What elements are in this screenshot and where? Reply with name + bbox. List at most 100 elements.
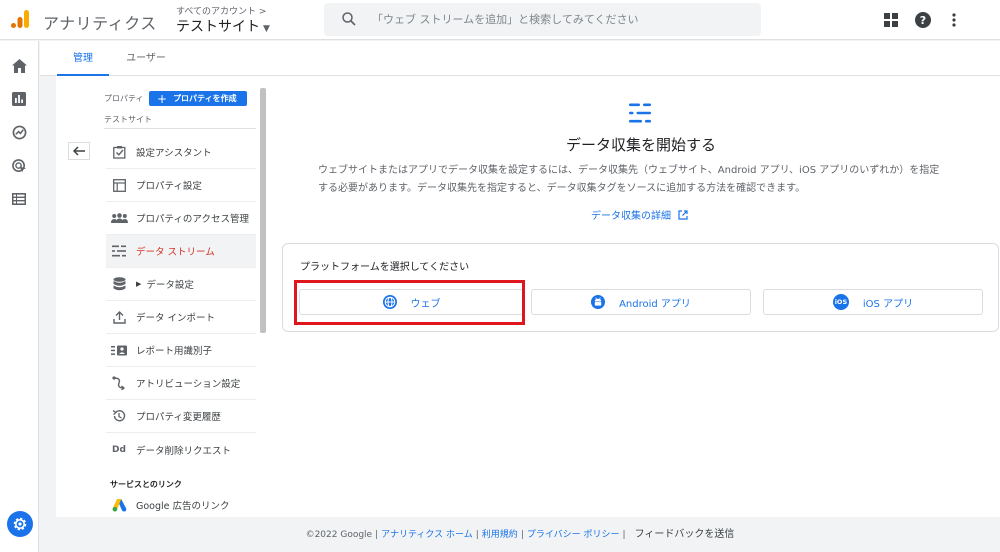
caret-down-icon: ▼ (263, 24, 270, 34)
ios-icon-text: iOS (834, 298, 848, 306)
apps-grid-button[interactable] (881, 10, 901, 30)
page-description: ウェブサイトまたはアプリでデータ収集を設定するには、データ収集先（ウェブサイト、… (318, 165, 940, 194)
gear-icon (13, 517, 27, 531)
nav-property-change-history[interactable]: プロパティ変更履歴 (106, 400, 256, 433)
property-selector[interactable]: テストサイト ▼ (176, 16, 270, 36)
nav-attribution-settings[interactable]: アトリビューション設定 (106, 367, 256, 400)
tab-user[interactable]: ユーザー (117, 41, 175, 76)
app-name: アナリティクス (43, 14, 157, 33)
platform-ios-button[interactable]: iOS iOS アプリ (763, 289, 983, 315)
page-title: データ収集を開始する (565, 136, 716, 154)
rail-home-button[interactable] (10, 57, 28, 75)
send-feedback-button[interactable]: フィードバックを送信 (635, 529, 735, 540)
current-property-name: テストサイト (104, 115, 152, 124)
apps-grid-icon (884, 13, 898, 27)
more-vert-icon (952, 13, 956, 27)
platform-prompt: プラットフォームを選択してください (300, 262, 470, 273)
arrow-left-icon (73, 146, 85, 156)
nav-label: 設定アシスタント (136, 148, 212, 159)
ios-icon: iOS (832, 294, 849, 310)
tab-admin[interactable]: 管理 (57, 41, 109, 76)
footer-link-analytics-home[interactable]: アナリティクス ホーム (381, 530, 473, 540)
plus-icon: + (157, 91, 168, 106)
nav-data-streams[interactable]: データ ストリーム (106, 235, 256, 268)
layout-icon (110, 176, 128, 194)
create-property-button[interactable]: + プロパティを作成 (149, 91, 247, 106)
footer-separator: | (622, 530, 626, 540)
platform-android-label: Android アプリ (619, 298, 691, 310)
create-property-label: プロパティを作成 (173, 94, 237, 103)
nav-data-deletion-requests[interactable]: Dd データ削除リクエスト (106, 433, 256, 466)
data-streams-content: データ収集を開始する ウェブサイトまたはアプリでデータ収集を設定するには、データ… (271, 76, 1000, 517)
list-icon (12, 193, 26, 205)
nav-google-ads-links[interactable]: Google 広告のリンク (106, 488, 256, 517)
web-selection-highlight (294, 280, 525, 325)
nav-data-settings[interactable]: ▶ データ設定 (106, 268, 256, 301)
rail-configure-button[interactable] (10, 190, 28, 208)
nav-setup-assistant[interactable]: 設定アシスタント (106, 136, 256, 169)
nav-label: プロパティのアクセス管理 (136, 214, 249, 225)
home-icon (11, 59, 27, 73)
copyright-text: ©2022 Google (305, 530, 373, 540)
open-in-new-icon (678, 209, 688, 220)
analytics-logo-icon[interactable] (10, 9, 30, 29)
more-menu-button[interactable] (944, 10, 964, 30)
admin-settings-button[interactable] (7, 511, 33, 537)
google-ads-icon (110, 496, 128, 514)
history-icon (110, 407, 128, 425)
admin-tab-bar: 管理 ユーザー (40, 41, 1000, 76)
nav-reporting-identity[interactable]: レポート用識別子 (106, 334, 256, 367)
identity-icon (110, 341, 128, 359)
platform-ios-label: iOS アプリ (862, 298, 914, 310)
dd-icon: Dd (112, 444, 126, 455)
checkbox-icon (110, 143, 128, 161)
property-column: プロパティ + プロパティを作成 テストサイト 設定アシスタント プロパティ設定… (56, 76, 271, 517)
learn-more-label: データ収集の詳細 (591, 211, 671, 222)
platform-android-button[interactable]: Android アプリ (531, 289, 751, 315)
platform-select-card: プラットフォームを選択してください ウェブ Android アプリ iOS iO… (282, 243, 999, 332)
rail-advertising-button[interactable] (10, 157, 28, 175)
property-column-label: プロパティ (104, 94, 144, 103)
nav-label: アトリビューション設定 (136, 379, 241, 390)
page-footer: ©2022 Google | アナリティクス ホーム | 利用規約 | プライバシー ポリシ… (40, 517, 1000, 552)
expand-triangle-icon: ▶ (136, 280, 142, 288)
data-streams-hero-icon (629, 103, 651, 123)
learn-more-link[interactable]: データ収集の詳細 (591, 207, 688, 222)
nav-label: プロパティ変更履歴 (136, 412, 221, 423)
android-icon (591, 295, 606, 309)
nav-data-import[interactable]: データ インポート (106, 301, 256, 334)
panel-scrollbar[interactable] (260, 88, 266, 333)
nav-label: データ インポート (136, 313, 216, 324)
search-icon (342, 12, 356, 26)
target-cursor-icon (11, 158, 26, 172)
footer-separator: | (375, 530, 379, 540)
nav-label: レポート用識別子 (136, 346, 213, 357)
footer-link-terms[interactable]: 利用規約 (482, 530, 518, 540)
help-button[interactable]: ? (913, 10, 933, 30)
nav-property-access[interactable]: プロパティのアクセス管理 (106, 202, 256, 235)
search-bar[interactable] (324, 3, 761, 36)
nav-label: プロパティ設定 (136, 181, 202, 192)
panel-divider (104, 128, 256, 129)
nav-property-settings[interactable]: プロパティ設定 (106, 169, 256, 202)
top-app-bar: アナリティクス すべてのアカウント > テストサイト▼ ? (0, 0, 1000, 40)
footer-separator: | (520, 530, 524, 540)
search-input[interactable] (372, 9, 752, 29)
footer-link-privacy[interactable]: プライバシー ポリシー (527, 530, 620, 540)
bar-chart-icon (12, 92, 26, 106)
nav-label: データ ストリーム (136, 247, 215, 258)
database-icon (110, 275, 128, 293)
upload-icon (110, 308, 128, 326)
nav-label: データ設定 (146, 280, 194, 291)
footer-separator: | (475, 530, 479, 540)
rail-reports-button[interactable] (10, 90, 28, 108)
back-button[interactable] (68, 142, 90, 160)
left-nav-rail (0, 41, 39, 552)
explore-icon (12, 125, 26, 139)
streams-icon (110, 242, 128, 260)
nav-label: Google 広告のリンク (136, 500, 230, 512)
help-icon: ? (915, 12, 931, 28)
rail-explore-button[interactable] (10, 123, 28, 141)
svg-text:?: ? (920, 14, 926, 27)
attribution-icon (110, 374, 128, 392)
